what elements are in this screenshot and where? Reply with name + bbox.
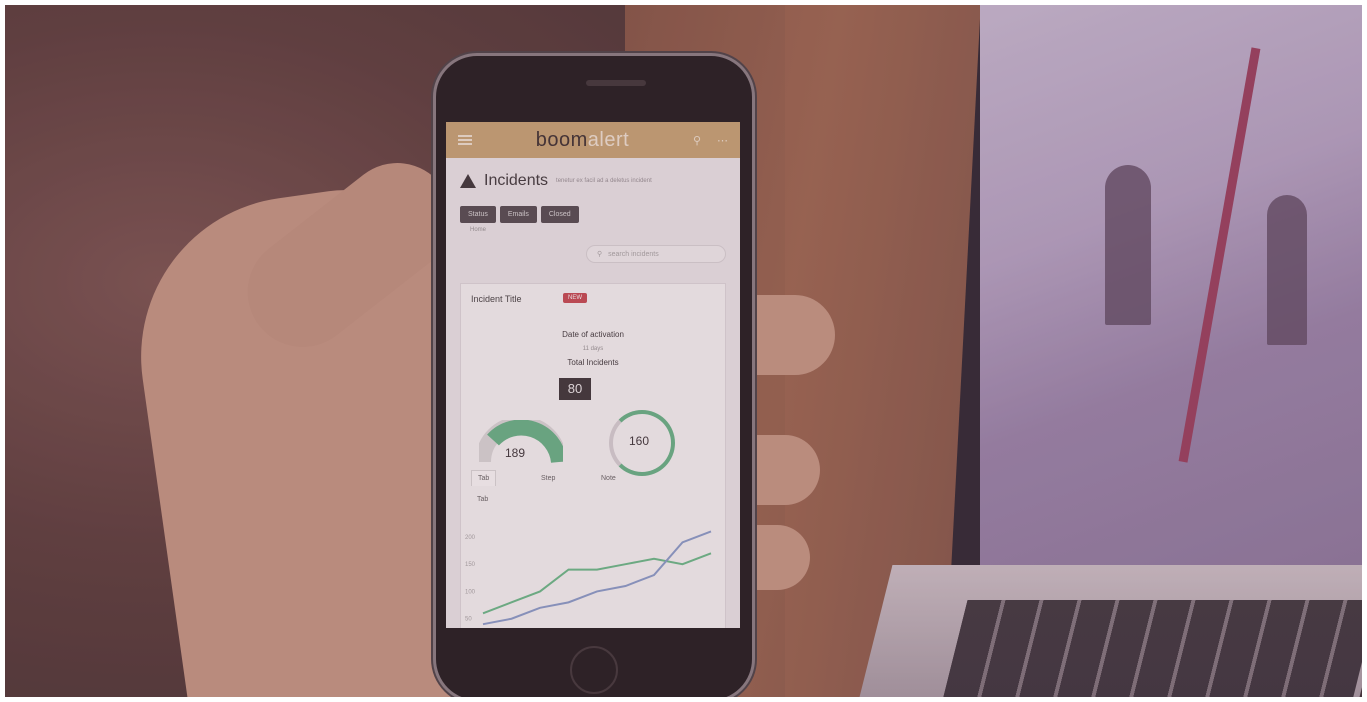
y-tick-label: 100 xyxy=(465,589,476,595)
filter-buttons: Status Emails Closed xyxy=(446,198,740,225)
page-header: Incidents tenetur ex facil ad a deletus … xyxy=(446,158,740,198)
activation-value: 11 days xyxy=(582,346,604,352)
series-line-2 xyxy=(482,530,712,626)
app-bar: boomalert ⚲ ⋯ xyxy=(446,122,740,158)
breadcrumb[interactable]: Home xyxy=(446,225,740,235)
phone-earpiece xyxy=(586,80,646,86)
search-icon[interactable]: ⚲ xyxy=(693,134,701,147)
photo-scene: boomalert ⚲ ⋯ Incidents tenetur ex facil… xyxy=(5,5,1362,697)
search-icon: ⚲ xyxy=(597,251,603,258)
card-tabs: Tab Step Note Tab xyxy=(461,470,725,520)
building-window xyxy=(1267,195,1307,345)
building-window xyxy=(1105,165,1151,325)
smartphone: boomalert ⚲ ⋯ Incidents tenetur ex facil… xyxy=(433,53,755,697)
tab-step[interactable]: Step xyxy=(541,475,555,482)
closed-button[interactable]: Closed xyxy=(540,206,579,223)
y-tick-label: 200 xyxy=(465,535,476,541)
activation-label: Date of activation xyxy=(562,330,624,339)
tab-2[interactable]: Tab xyxy=(477,496,488,503)
gauge-left-value: 189 xyxy=(505,446,526,460)
appbar-actions: ⚲ ⋯ xyxy=(693,134,728,147)
app-logo: boomalert xyxy=(536,129,629,152)
more-icon[interactable]: ⋯ xyxy=(717,134,728,147)
total-label: Total Incidents xyxy=(567,358,619,367)
page-subtitle: tenetur ex facil ad a deletus incident xyxy=(556,178,652,184)
status-badge: NEW xyxy=(563,293,587,303)
y-tick-label: 150 xyxy=(465,562,476,568)
tab-1[interactable]: Tab xyxy=(471,470,497,486)
laptop-keyboard xyxy=(942,600,1362,697)
menu-icon[interactable] xyxy=(458,135,472,145)
series-line-1 xyxy=(482,552,712,615)
logo-boom: boom xyxy=(535,128,588,151)
page-title: Incidents xyxy=(484,172,549,189)
search-input[interactable]: ⚲ search incidents xyxy=(586,245,726,263)
gauge-right-value: 160 xyxy=(629,434,650,448)
logo-alert: alert xyxy=(587,128,630,151)
status-button[interactable]: Status xyxy=(460,206,496,223)
warning-icon xyxy=(460,174,476,188)
line-chart: 200 150 100 50 xyxy=(465,530,712,626)
home-button[interactable] xyxy=(570,646,618,694)
y-tick-label: 50 xyxy=(465,617,472,623)
search-placeholder: search incidents xyxy=(608,250,659,258)
incident-card: Incident Title NEW Date of activation 11… xyxy=(460,283,726,628)
tab-note[interactable]: Note xyxy=(601,475,616,482)
card-title: Incident Title xyxy=(471,294,522,304)
phone-screen: boomalert ⚲ ⋯ Incidents tenetur ex facil… xyxy=(446,122,740,628)
emails-button[interactable]: Emails xyxy=(499,206,537,223)
total-value: 80 xyxy=(559,378,591,400)
